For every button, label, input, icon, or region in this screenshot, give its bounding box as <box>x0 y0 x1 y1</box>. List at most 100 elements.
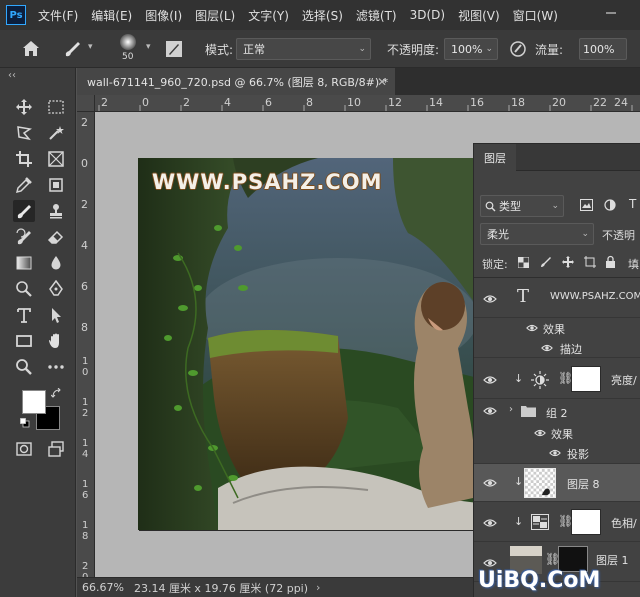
ruler-origin[interactable] <box>77 95 95 112</box>
document-canvas[interactable]: WWW.PSAHZ.COM <box>138 158 478 530</box>
visibility-eye-icon[interactable] <box>483 375 497 385</box>
magic-wand-tool[interactable] <box>45 122 67 144</box>
layer-mask-thumbnail[interactable] <box>571 366 601 392</box>
visibility-eye-icon[interactable] <box>541 343 553 353</box>
layer-thumbnail[interactable] <box>524 468 556 498</box>
blur-tool[interactable] <box>45 252 67 274</box>
brush-tool-icon[interactable] <box>62 39 84 59</box>
visibility-eye-icon[interactable] <box>483 518 497 528</box>
filter-type-icon[interactable]: T <box>629 197 636 211</box>
flow-field[interactable]: 100% <box>579 38 627 60</box>
path-select-tool[interactable] <box>45 304 67 326</box>
move-tool[interactable] <box>13 96 35 118</box>
lock-transparent-icon[interactable] <box>518 257 529 268</box>
foreground-color-swatch[interactable] <box>22 390 46 414</box>
menu-type[interactable]: 文字(Y) <box>248 7 289 24</box>
frame-tool[interactable] <box>45 148 67 170</box>
visibility-eye-icon[interactable] <box>483 478 497 488</box>
visibility-eye-icon[interactable] <box>483 406 497 416</box>
visibility-eye-icon[interactable] <box>534 428 546 438</box>
hue-saturation-icon <box>531 514 549 530</box>
status-menu-arrow-icon[interactable]: › <box>316 581 320 594</box>
rectangle-tool[interactable] <box>13 330 35 352</box>
history-brush-tool[interactable] <box>13 226 35 248</box>
mode-dropdown[interactable]: 正常 ⌄ <box>236 38 371 60</box>
lock-all-icon[interactable] <box>605 255 616 268</box>
home-icon[interactable] <box>22 40 40 57</box>
menu-filter[interactable]: 滤镜(T) <box>356 7 397 24</box>
marquee-tool[interactable] <box>45 96 67 118</box>
layer-row[interactable]: ↓ ⛓ 亮度/ <box>474 359 640 399</box>
menu-3d[interactable]: 3D(D) <box>410 8 445 22</box>
pressure-opacity-icon[interactable] <box>509 40 527 58</box>
layer-effect-item[interactable]: 投影 <box>474 443 640 464</box>
zoom-level[interactable]: 66.67% <box>82 581 124 594</box>
eyedropper-tool[interactable] <box>13 174 35 196</box>
brush-preset-icon[interactable] <box>118 32 138 52</box>
quick-mask-button[interactable] <box>13 438 35 460</box>
menu-select[interactable]: 选择(S) <box>302 7 343 24</box>
group-row[interactable]: › 组 2 <box>474 399 640 423</box>
drop-icon <box>51 256 61 270</box>
layer-row[interactable]: ↓ ⛓ 色相/ <box>474 502 640 542</box>
menu-file[interactable]: 文件(F) <box>38 7 78 24</box>
brush-preset-dropdown-icon[interactable]: ▾ <box>146 42 151 52</box>
layer-row-selected[interactable]: ↓ 图层 8 <box>474 464 640 502</box>
clone-stamp-tool[interactable] <box>45 200 67 222</box>
hand-tool[interactable] <box>45 330 67 352</box>
swap-colors-icon[interactable] <box>51 388 62 399</box>
document-tab[interactable]: wall-671141_960_720.psd @ 66.7% (图层 8, R… <box>77 68 395 95</box>
zoom-tool[interactable] <box>13 356 35 378</box>
layer-row[interactable]: T WWW.PSAHZ.COM <box>474 278 640 318</box>
crop-tool[interactable] <box>13 148 35 170</box>
frame-select-tool[interactable] <box>45 174 67 196</box>
menu-window[interactable]: 窗口(W) <box>513 7 558 24</box>
eyedropper-icon <box>15 177 32 194</box>
horizontal-ruler[interactable]: 2 0 2 4 6 8 10 12 14 16 18 20 22 24 <box>95 95 640 112</box>
filter-adjustment-icon[interactable] <box>604 199 616 211</box>
layer-effect-item[interactable]: 描边 <box>474 338 640 358</box>
brush-settings-icon[interactable] <box>165 40 183 58</box>
more-tools[interactable] <box>45 356 67 378</box>
minimize-icon[interactable] <box>604 6 618 20</box>
lock-position-icon[interactable] <box>562 256 574 268</box>
object-select-icon <box>49 178 63 192</box>
visibility-eye-icon[interactable] <box>549 448 561 458</box>
layer-effects-row[interactable]: 效果 <box>474 423 640 443</box>
visibility-eye-icon[interactable] <box>483 294 497 304</box>
collapse-toolbar-icon[interactable]: ‹‹ <box>8 70 16 81</box>
menu-edit[interactable]: 编辑(E) <box>91 7 132 24</box>
lock-pixels-icon[interactable] <box>540 256 552 268</box>
menu-view[interactable]: 视图(V) <box>458 7 500 24</box>
folder-icon <box>521 406 536 417</box>
eraser-tool[interactable] <box>45 226 67 248</box>
close-icon[interactable]: ✕ <box>377 75 387 89</box>
opacity-field[interactable]: 100% ⌄ <box>444 38 498 60</box>
chevron-down-icon: ⌄ <box>358 44 366 54</box>
marquee-icon <box>48 100 64 114</box>
visibility-eye-icon[interactable] <box>483 558 497 568</box>
menu-layer[interactable]: 图层(L) <box>195 7 235 24</box>
ruler-tick-label: 2 <box>81 198 88 211</box>
lasso-tool[interactable] <box>13 122 35 144</box>
brush-tool[interactable] <box>13 200 35 222</box>
ruler-tick-label: 8 <box>306 96 313 109</box>
gradient-tool[interactable] <box>13 252 35 274</box>
type-tool[interactable] <box>13 304 35 326</box>
dodge-tool[interactable] <box>13 278 35 300</box>
menu-image[interactable]: 图像(I) <box>145 7 182 24</box>
layer-mask-thumbnail[interactable] <box>571 509 601 535</box>
default-colors-icon[interactable] <box>20 418 30 428</box>
tab-layers[interactable]: 图层 <box>474 144 516 171</box>
pen-tool[interactable] <box>45 278 67 300</box>
visibility-eye-icon[interactable] <box>526 323 538 333</box>
layer-effects-row[interactable]: 效果 <box>474 318 640 338</box>
vertical-ruler[interactable]: 2 0 2 4 6 8 1 0 1 2 1 4 1 6 1 8 2 0 <box>77 112 95 577</box>
brush-tool-dropdown-icon[interactable]: ▾ <box>88 42 93 52</box>
screen-mode-button[interactable] <box>45 438 67 460</box>
lock-artboard-icon[interactable] <box>584 256 596 268</box>
layer-filter-dropdown[interactable]: 类型 ⌄ <box>480 195 564 217</box>
filter-pixel-icon[interactable] <box>580 199 593 211</box>
chevron-right-icon[interactable]: › <box>509 404 513 415</box>
blend-mode-dropdown[interactable]: 柔光 ⌄ <box>480 223 594 245</box>
